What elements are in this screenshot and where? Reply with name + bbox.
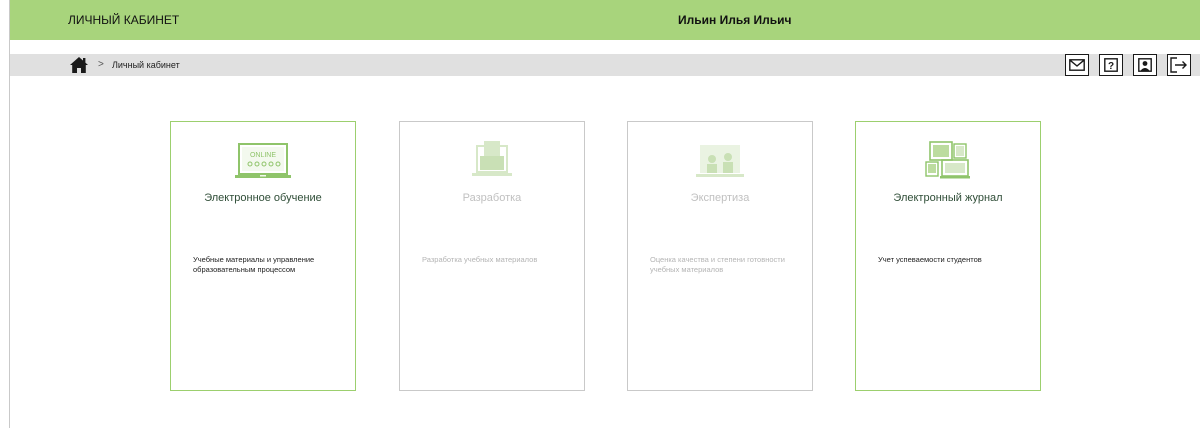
card-description: Учет успеваемости студентов — [878, 255, 982, 264]
help-icon: ? — [1104, 58, 1118, 72]
logout-icon — [1170, 57, 1187, 73]
breadcrumb-current: Личный кабинет — [112, 60, 180, 70]
app-title: ЛИЧНЫЙ КАБИНЕТ — [68, 13, 180, 27]
breadcrumb-separator: > — [98, 59, 104, 70]
card-e-learning[interactable]: ONLINE Электронное обучение Учебные мате… — [170, 121, 356, 391]
breadcrumb: > Личный кабинет — [10, 54, 1200, 76]
card-expertise: Экспертиза Оценка качества и степени гот… — [627, 121, 813, 391]
card-e-journal[interactable]: Электронный журнал Учет успеваемости сту… — [855, 121, 1041, 391]
card-title: Электронное обучение — [204, 192, 322, 204]
logout-button[interactable] — [1167, 54, 1191, 76]
card-title: Электронный журнал — [893, 192, 1003, 204]
home-icon[interactable] — [69, 56, 89, 74]
card-title: Экспертиза — [690, 192, 750, 204]
online-laptop-icon: ONLINE — [235, 143, 291, 178]
card-description: Разработка учебных материалов — [422, 255, 538, 264]
profile-button[interactable] — [1133, 54, 1157, 76]
user-name[interactable]: Ильин Илья Ильич — [678, 13, 792, 27]
development-laptop-icon — [472, 141, 512, 176]
mail-icon — [1069, 59, 1085, 71]
journal-devices-icon — [925, 141, 970, 179]
help-button[interactable]: ? — [1099, 54, 1123, 76]
expertise-screen-icon — [696, 145, 744, 177]
card-title: Разработка — [462, 192, 522, 204]
card-development: Разработка Разработка учебных материалов — [399, 121, 585, 391]
profile-icon — [1138, 58, 1152, 72]
card-description: Учебные материалы и управление образоват… — [193, 255, 315, 274]
top-header: ЛИЧНЫЙ КАБИНЕТ Ильин Илья Ильич — [10, 0, 1200, 40]
help-label: ? — [1108, 61, 1114, 72]
online-label: ONLINE — [250, 152, 276, 159]
mail-button[interactable] — [1065, 54, 1089, 76]
window-frame-left — [0, 0, 10, 428]
card-description: Оценка качества и степени готовности уче… — [650, 255, 785, 274]
